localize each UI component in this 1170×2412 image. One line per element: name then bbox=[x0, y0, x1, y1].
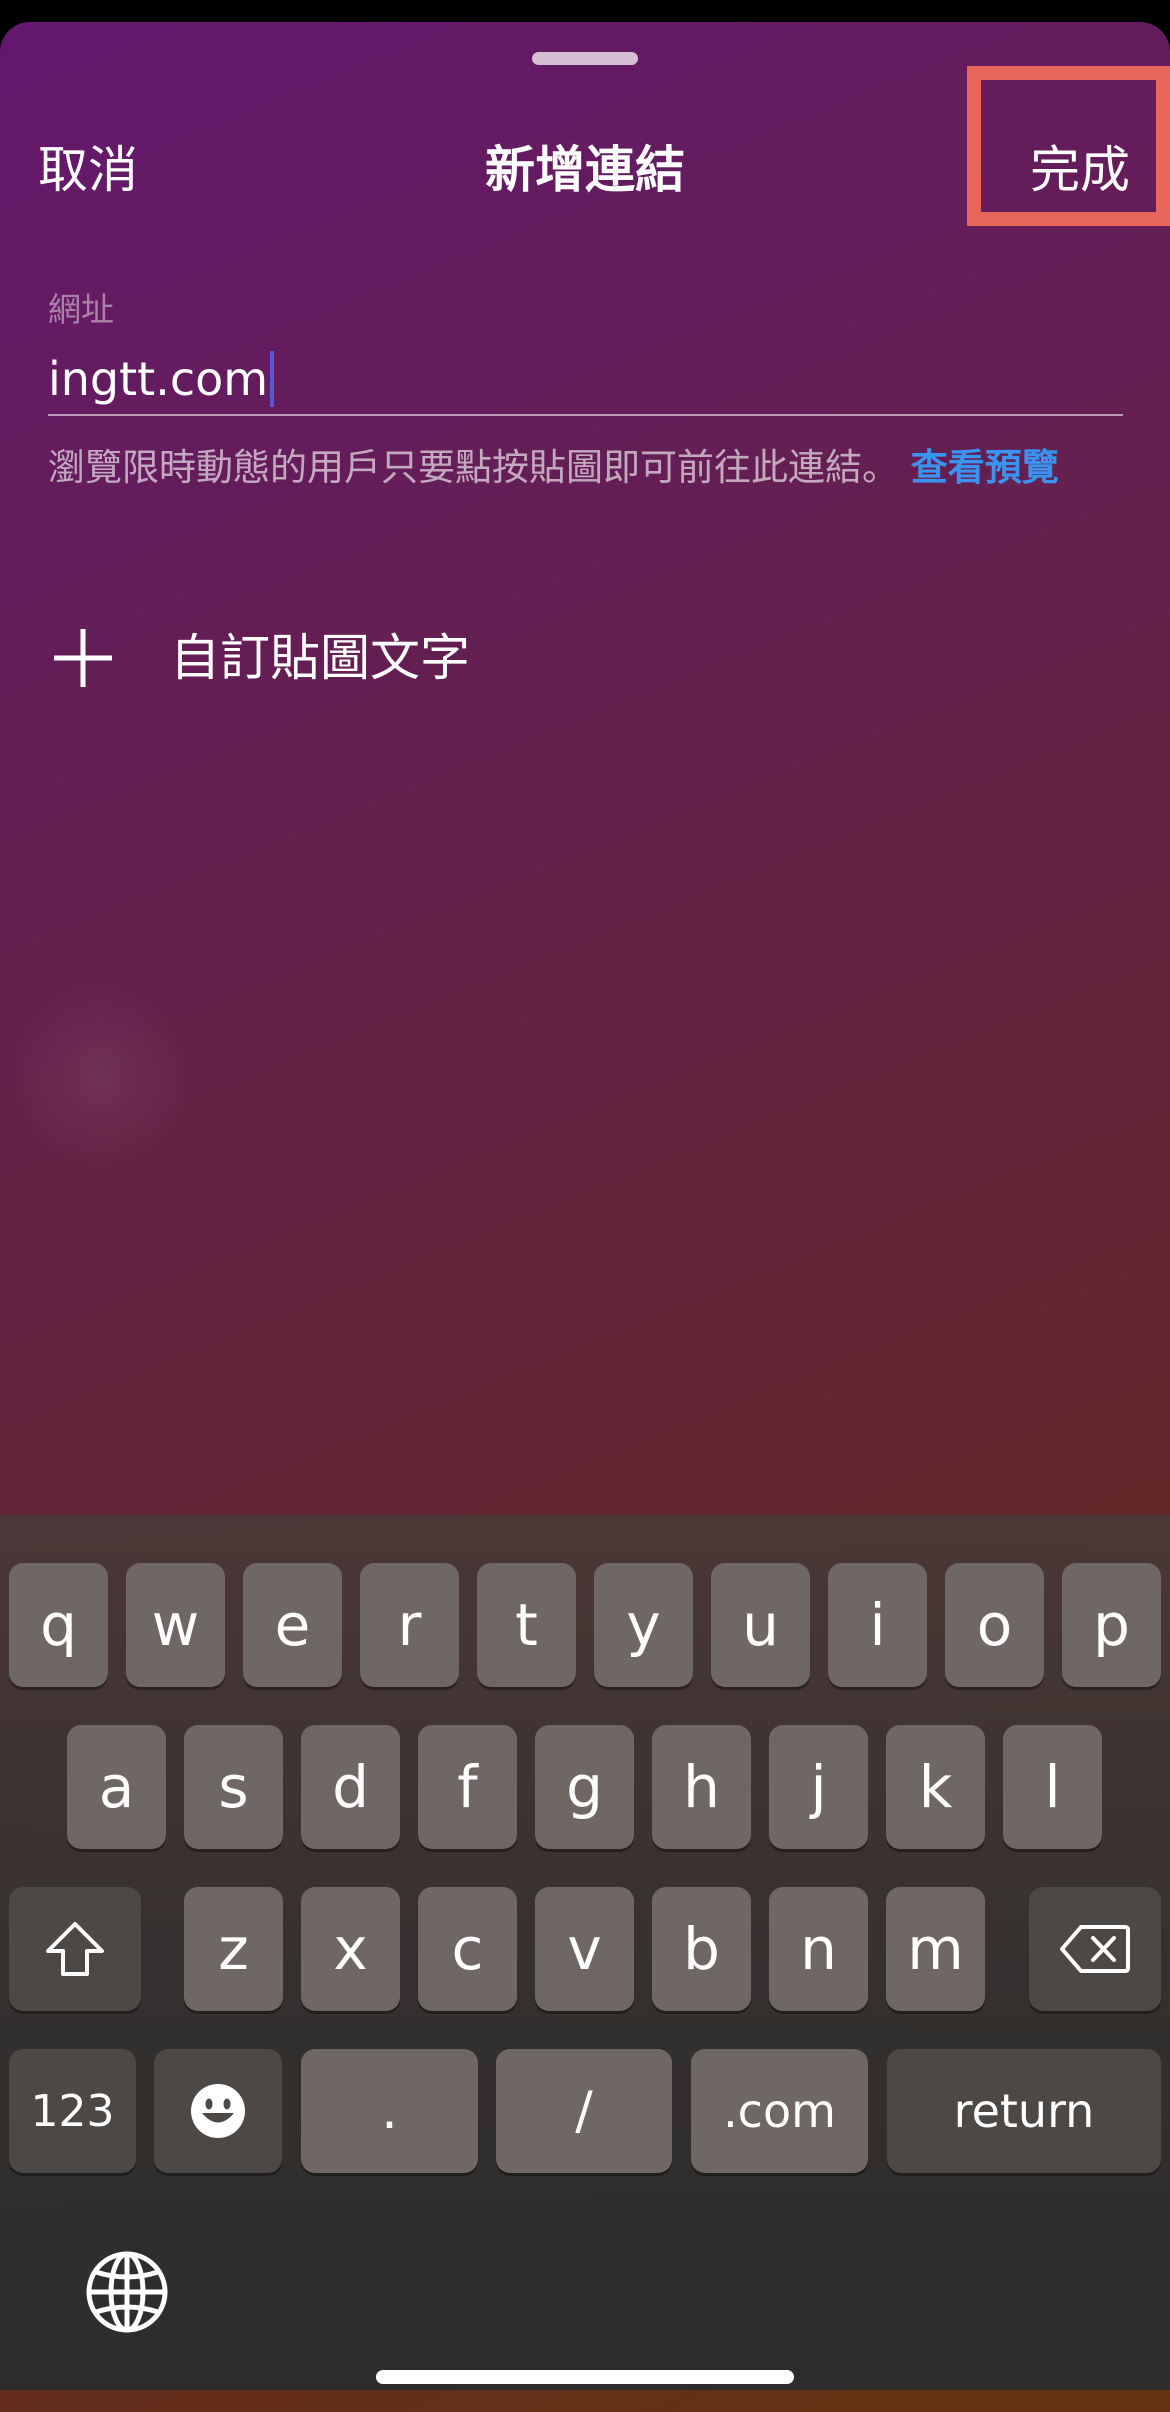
url-input-value: ingtt.com bbox=[48, 352, 269, 406]
key-i[interactable]: i bbox=[828, 1563, 927, 1687]
key-l[interactable]: l bbox=[1003, 1725, 1102, 1849]
key-b[interactable]: b bbox=[652, 1887, 751, 2011]
key-w[interactable]: w bbox=[126, 1563, 225, 1687]
period-key[interactable]: . bbox=[301, 2049, 478, 2173]
key-a[interactable]: a bbox=[67, 1725, 166, 1849]
plus-icon[interactable] bbox=[52, 627, 114, 689]
url-field-label: 網址 bbox=[48, 290, 114, 329]
sheet-grabber[interactable] bbox=[532, 52, 638, 65]
key-m[interactable]: m bbox=[886, 1887, 985, 2011]
key-n[interactable]: n bbox=[769, 1887, 868, 2011]
key-k[interactable]: k bbox=[886, 1725, 985, 1849]
key-p[interactable]: p bbox=[1062, 1563, 1161, 1687]
helper-text-body: 瀏覽限時動態的用戶只要點按貼圖即可前往此連結。 bbox=[48, 446, 899, 489]
shift-key[interactable] bbox=[9, 1887, 141, 2011]
keyboard: q w e r t y u i o p a s d f g h j k l z … bbox=[0, 1515, 1170, 2390]
key-z[interactable]: z bbox=[184, 1887, 283, 2011]
key-q[interactable]: q bbox=[9, 1563, 108, 1687]
key-c[interactable]: c bbox=[418, 1887, 517, 2011]
background-blur bbox=[5, 982, 195, 1172]
key-o[interactable]: o bbox=[945, 1563, 1044, 1687]
key-v[interactable]: v bbox=[535, 1887, 634, 2011]
helper-text: 瀏覽限時動態的用戶只要點按貼圖即可前往此連結。 查看預覽 bbox=[48, 446, 1123, 490]
key-u[interactable]: u bbox=[711, 1563, 810, 1687]
key-j[interactable]: j bbox=[769, 1725, 868, 1849]
done-button[interactable]: 完成 bbox=[1030, 140, 1130, 200]
key-s[interactable]: s bbox=[184, 1725, 283, 1849]
globe-icon[interactable] bbox=[85, 2250, 169, 2334]
key-e[interactable]: e bbox=[243, 1563, 342, 1687]
url-input[interactable]: ingtt.com bbox=[48, 344, 1123, 416]
custom-sticker-text-button[interactable]: 自訂貼圖文字 bbox=[170, 627, 470, 689]
shift-icon bbox=[46, 1922, 104, 1976]
key-r[interactable]: r bbox=[360, 1563, 459, 1687]
slash-key[interactable]: / bbox=[496, 2049, 672, 2173]
key-h[interactable]: h bbox=[652, 1725, 751, 1849]
dotcom-key[interactable]: .com bbox=[691, 2049, 868, 2173]
delete-icon bbox=[1060, 1925, 1130, 1973]
key-d[interactable]: d bbox=[301, 1725, 400, 1849]
key-f[interactable]: f bbox=[418, 1725, 517, 1849]
return-key[interactable]: return bbox=[887, 2049, 1161, 2173]
emoji-key[interactable] bbox=[154, 2049, 282, 2173]
key-y[interactable]: y bbox=[594, 1563, 693, 1687]
numbers-key[interactable]: 123 bbox=[9, 2049, 136, 2173]
text-caret bbox=[270, 351, 275, 407]
key-g[interactable]: g bbox=[535, 1725, 634, 1849]
delete-key[interactable] bbox=[1029, 1887, 1161, 2011]
home-indicator[interactable] bbox=[376, 2370, 794, 2384]
key-x[interactable]: x bbox=[301, 1887, 400, 2011]
key-t[interactable]: t bbox=[477, 1563, 576, 1687]
preview-link[interactable]: 查看預覽 bbox=[911, 446, 1059, 489]
emoji-icon bbox=[191, 2084, 245, 2138]
